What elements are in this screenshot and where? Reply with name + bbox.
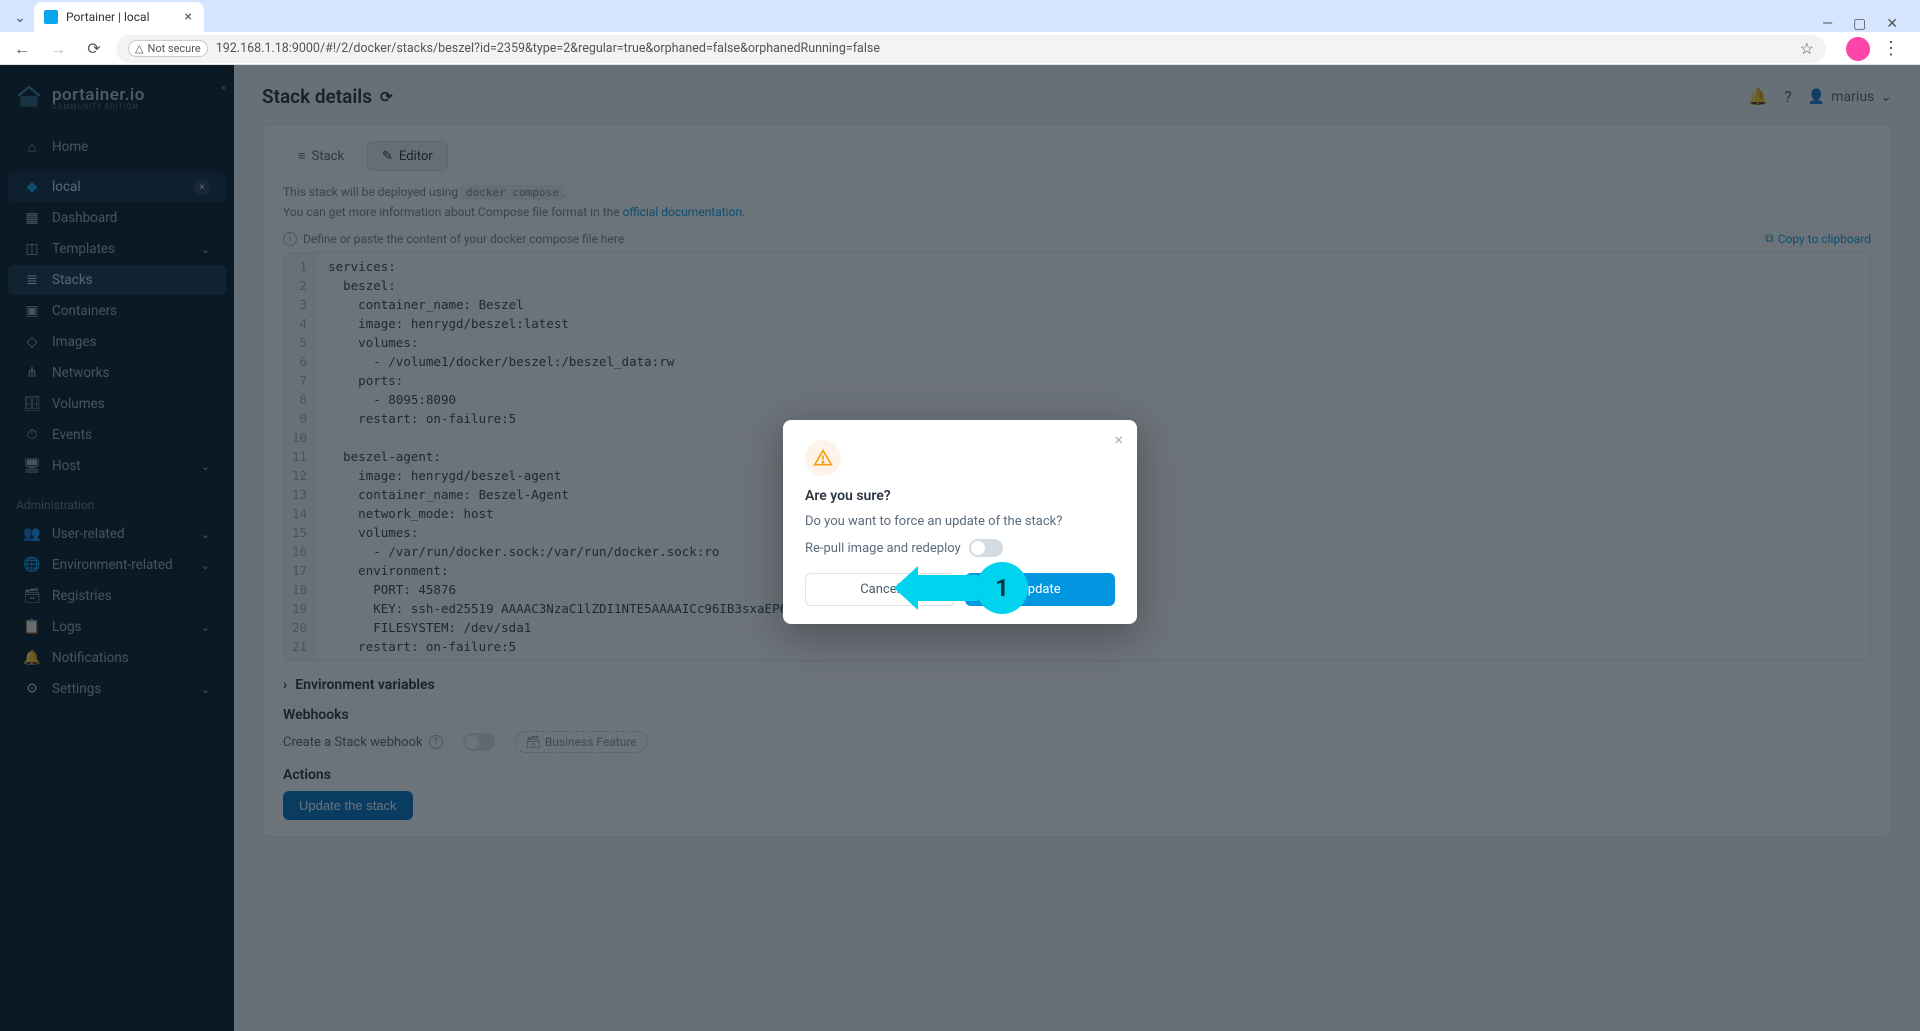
browser-tab[interactable]: Portainer | local × xyxy=(34,2,204,32)
forward-button[interactable]: → xyxy=(44,35,72,63)
tab-title: Portainer | local xyxy=(66,10,175,24)
modal-toggle-row: Re-pull image and redeploy xyxy=(805,539,1115,557)
modal-text: Do you want to force an update of the st… xyxy=(805,514,1115,529)
browser-chrome: ⌄ Portainer | local × — ▢ ✕ ← → ⟳ △ Not … xyxy=(0,0,1920,65)
tab-strip: ⌄ Portainer | local × — ▢ ✕ xyxy=(0,0,1920,32)
maximize-icon[interactable]: ▢ xyxy=(1853,16,1866,32)
bookmark-star-icon[interactable]: ☆ xyxy=(1800,39,1814,58)
kebab-menu-icon[interactable]: ⋮ xyxy=(1882,38,1900,59)
callout-annotation: 1 xyxy=(918,562,1028,614)
repull-toggle[interactable] xyxy=(969,539,1003,557)
address-input-wrap[interactable]: △ Not secure 192.168.1.18:9000/#!/2/dock… xyxy=(116,35,1826,63)
warning-triangle-icon xyxy=(813,448,833,468)
warning-triangle-icon: △ xyxy=(135,42,143,55)
warning-icon-wrap xyxy=(805,440,841,476)
callout-arrow-shape xyxy=(918,575,978,601)
back-button[interactable]: ← xyxy=(8,35,36,63)
profile-avatar[interactable] xyxy=(1846,37,1870,61)
callout-number: 1 xyxy=(976,562,1028,614)
favicon xyxy=(44,10,58,24)
url-text: 192.168.1.18:9000/#!/2/docker/stacks/bes… xyxy=(216,41,1792,56)
chrome-right: ⋮ xyxy=(1834,37,1912,61)
reload-button[interactable]: ⟳ xyxy=(80,35,108,63)
tab-close-icon[interactable]: × xyxy=(183,7,194,27)
close-window-icon[interactable]: ✕ xyxy=(1886,16,1898,32)
window-controls: — ▢ ✕ xyxy=(1806,16,1914,32)
minimize-icon[interactable]: — xyxy=(1822,16,1833,32)
app-root: « portainer.io COMMUNITY EDITION ⌂ Home … xyxy=(0,65,1920,1031)
tab-dropdown[interactable]: ⌄ xyxy=(6,4,34,32)
modal-toggle-label: Re-pull image and redeploy xyxy=(805,541,961,556)
security-chip[interactable]: △ Not secure xyxy=(128,40,208,57)
modal-title: Are you sure? xyxy=(805,488,1115,504)
address-bar: ← → ⟳ △ Not secure 192.168.1.18:9000/#!/… xyxy=(0,32,1920,65)
not-secure-label: Not secure xyxy=(147,42,200,55)
modal-close-icon[interactable]: × xyxy=(1114,430,1123,449)
